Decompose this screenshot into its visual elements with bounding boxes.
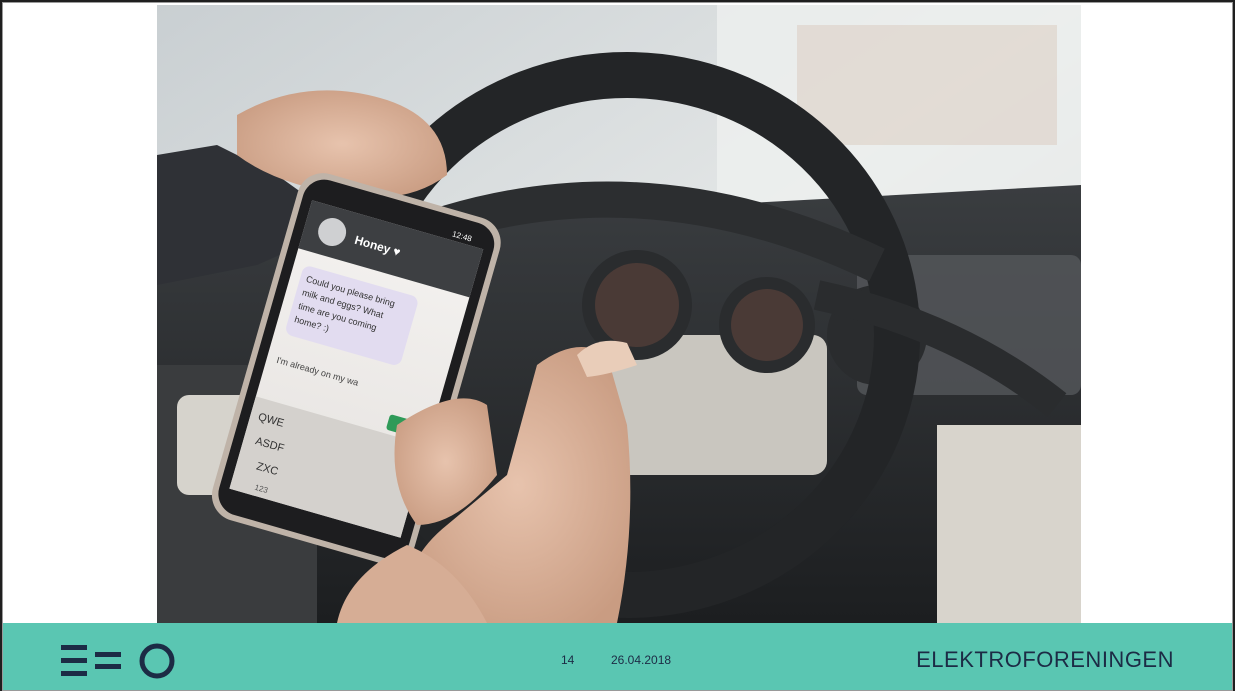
slide-photo: Honey ♥ 12:48 Could you please bring mil…	[157, 5, 1081, 623]
page-number: 14	[561, 653, 575, 667]
eeo-logo-icon	[61, 643, 175, 679]
presentation-slide: Honey ♥ 12:48 Could you please bring mil…	[2, 2, 1233, 691]
slide-footer: 14 26.04.2018 ELEKTROFORENINGEN	[3, 623, 1232, 690]
brand-name: ELEKTROFORENINGEN	[916, 647, 1174, 672]
slide-date: 26.04.2018	[611, 653, 672, 667]
driver-texting-photo: Honey ♥ 12:48 Could you please bring mil…	[157, 5, 1081, 623]
